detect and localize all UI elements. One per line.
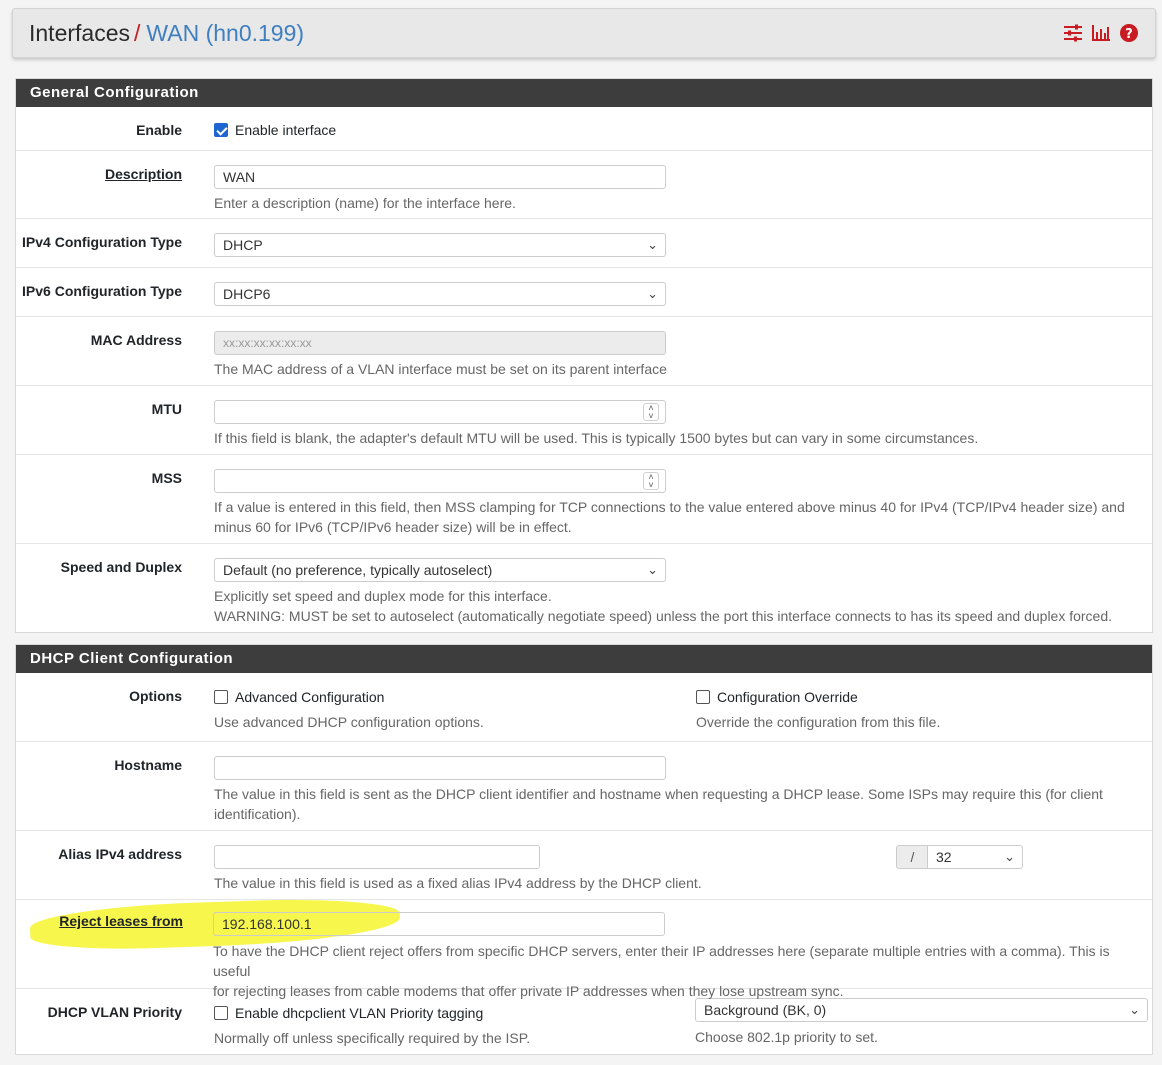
- spinner-arrows-icon[interactable]: ˄ ˅: [643, 472, 659, 490]
- help-text: If a value is entered in this field, the…: [214, 499, 1125, 535]
- field-label: Enable: [136, 122, 182, 138]
- help-text: To have the DHCP client reject offers fr…: [213, 943, 1110, 999]
- help-text: Override the configuration from this fil…: [696, 714, 941, 730]
- ipv6-type-row: IPv6 Configuration Type DHCP6 ⌄: [16, 267, 1152, 316]
- checkbox-unchecked-icon[interactable]: [214, 690, 228, 704]
- help-text: If this field is blank, the adapter's de…: [214, 430, 979, 446]
- svg-text:?: ?: [1125, 27, 1133, 42]
- spinner-arrows-icon[interactable]: ˄ ˅: [643, 403, 659, 421]
- help-icon[interactable]: ?: [1119, 23, 1139, 43]
- reject-leases-content: Reject leases from 192.168.100.1 To have…: [0, 899, 1162, 999]
- help-text: Choose 802.1p priority to set.: [695, 1029, 878, 1045]
- breadcrumb-separator: /: [134, 20, 141, 46]
- description-row: Description WAN Enter a description (nam…: [16, 150, 1152, 218]
- field-label: Hostname: [114, 757, 182, 773]
- help-text: The MAC address of a VLAN interface must…: [214, 361, 667, 377]
- help-text: The value in this field is used as a fix…: [214, 875, 702, 891]
- ipv4-type-row: IPv4 Configuration Type DHCP ⌄: [16, 218, 1152, 267]
- field-label: IPv6 Configuration Type: [22, 283, 182, 299]
- chevron-down-icon: ⌄: [647, 237, 658, 252]
- vlan-priority-select[interactable]: Background (BK, 0) ⌄: [695, 998, 1148, 1022]
- mac-address-input[interactable]: xx:xx:xx:xx:xx:xx: [214, 331, 666, 355]
- speed-duplex-row: Speed and Duplex Default (no preference,…: [16, 543, 1152, 632]
- hostname-input[interactable]: [214, 756, 666, 780]
- mss-input[interactable]: ˄ ˅: [214, 469, 666, 493]
- breadcrumb-section[interactable]: Interfaces: [29, 20, 130, 46]
- alias-ipv4-input[interactable]: [214, 845, 540, 869]
- enable-interface-checkbox[interactable]: Enable interface: [214, 122, 336, 138]
- field-label: Options: [129, 688, 182, 704]
- description-input[interactable]: WAN: [214, 165, 666, 189]
- sliders-icon[interactable]: [1063, 23, 1083, 43]
- field-label[interactable]: Reject leases from: [59, 913, 183, 929]
- chevron-down-icon: ⌄: [1004, 849, 1015, 864]
- speed-duplex-select[interactable]: Default (no preference, typically autose…: [214, 558, 666, 582]
- field-label[interactable]: Description: [105, 166, 182, 182]
- field-label: DHCP VLAN Priority: [47, 1004, 182, 1020]
- mss-row: MSS ˄ ˅ If a value is entered in this fie…: [16, 454, 1152, 543]
- general-configuration-panel: General Configuration Enable Enable inte…: [15, 78, 1153, 633]
- help-text: Normally off unless specifically require…: [214, 1030, 531, 1046]
- enable-row: Enable Enable interface: [16, 107, 1152, 150]
- hostname-row: Hostname The value in this field is sent…: [16, 741, 1152, 830]
- mtu-row: MTU ˄ ˅ If this field is blank, the adapt…: [16, 385, 1152, 454]
- field-label: MAC Address: [90, 332, 182, 348]
- panel-heading: DHCP Client Configuration: [16, 645, 1152, 673]
- options-row: Options Advanced Configuration Use advan…: [16, 673, 1152, 741]
- mac-address-row: MAC Address xx:xx:xx:xx:xx:xx The MAC ad…: [16, 316, 1152, 385]
- panel-heading: General Configuration: [16, 79, 1152, 107]
- field-label: IPv4 Configuration Type: [22, 234, 182, 250]
- alias-ipv4-row: Alias IPv4 address The value in this fie…: [16, 830, 1152, 899]
- field-label: MSS: [151, 470, 182, 486]
- checkbox-checked-icon[interactable]: [214, 123, 228, 137]
- vlan-priority-checkbox[interactable]: Enable dhcpclient VLAN Priority tagging: [214, 1005, 483, 1021]
- help-text: Explicitly set speed and duplex mode for…: [214, 588, 1113, 624]
- ipv4-type-select[interactable]: DHCP ⌄: [214, 233, 666, 257]
- checkbox-unchecked-icon[interactable]: [696, 690, 710, 704]
- field-label: MTU: [151, 401, 182, 417]
- help-text: Enter a description (name) for the inter…: [214, 195, 516, 211]
- breadcrumb: Interfaces / WAN (hn0.199): [29, 20, 304, 47]
- chevron-down-icon: ⌄: [1129, 1002, 1140, 1017]
- ipv6-type-select[interactable]: DHCP6 ⌄: [214, 282, 666, 306]
- cidr-select[interactable]: 32 ⌄: [927, 845, 1023, 869]
- chevron-down-icon: ⌄: [647, 562, 658, 577]
- field-label: Alias IPv4 address: [58, 846, 182, 862]
- chevron-down-icon: ⌄: [647, 286, 658, 301]
- breadcrumb-icons: ?: [1063, 23, 1139, 43]
- bar-chart-icon[interactable]: [1091, 23, 1111, 43]
- help-text: Use advanced DHCP configuration options.: [214, 714, 484, 730]
- help-text: The value in this field is sent as the D…: [214, 786, 1103, 822]
- breadcrumb-bar: Interfaces / WAN (hn0.199) ?: [12, 8, 1156, 58]
- cidr-slash-addon: /: [896, 845, 928, 869]
- field-label: Speed and Duplex: [60, 559, 182, 575]
- advanced-configuration-checkbox[interactable]: Advanced Configuration: [214, 689, 384, 705]
- breadcrumb-current[interactable]: WAN (hn0.199): [146, 20, 304, 46]
- checkbox-unchecked-icon[interactable]: [214, 1006, 228, 1020]
- reject-leases-input[interactable]: 192.168.100.1: [213, 912, 665, 936]
- configuration-override-checkbox[interactable]: Configuration Override: [696, 689, 858, 705]
- mtu-input[interactable]: ˄ ˅: [214, 400, 666, 424]
